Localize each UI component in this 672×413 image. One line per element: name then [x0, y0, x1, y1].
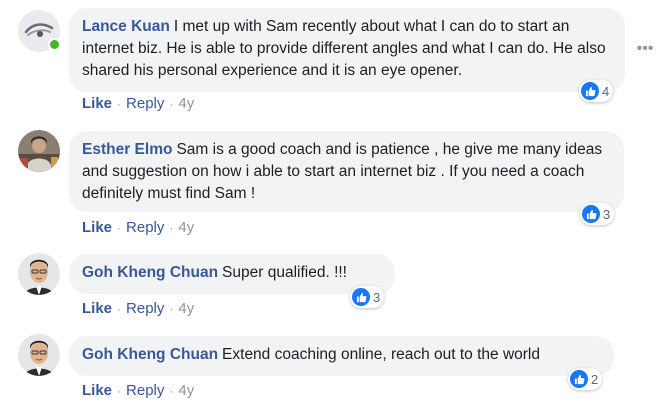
- separator-dot: ·: [169, 383, 174, 398]
- comment-bubble: Goh Kheng Chuan Extend coaching online, r…: [69, 336, 614, 376]
- separator-dot: ·: [117, 220, 122, 235]
- like-button[interactable]: Like: [82, 219, 112, 236]
- reaction-count-badge[interactable]: 3: [580, 203, 615, 225]
- like-button[interactable]: Like: [82, 300, 112, 317]
- like-button[interactable]: Like: [82, 382, 112, 399]
- comment-author[interactable]: Lance Kuan: [82, 18, 170, 35]
- comment-age[interactable]: 4y: [178, 382, 194, 399]
- like-reaction-icon: [581, 82, 599, 100]
- reaction-count-badge[interactable]: 4: [579, 80, 614, 102]
- reaction-count: 3: [603, 206, 611, 222]
- comment-actions: Like · Reply · 4y: [82, 219, 194, 236]
- profile-photo-icon: [18, 130, 60, 172]
- online-status-dot: [48, 38, 61, 51]
- separator-dot: ·: [169, 96, 174, 111]
- reaction-count: 3: [373, 289, 381, 305]
- comment-author[interactable]: Esther Elmo: [82, 141, 172, 158]
- comment-bubble: Lance Kuan I met up with Sam recently abo…: [69, 8, 625, 92]
- comment-age[interactable]: 4y: [178, 300, 194, 317]
- reaction-count-badge[interactable]: 3: [350, 286, 385, 308]
- comment-bubble: Esther Elmo Sam is a good coach and is pa…: [69, 131, 624, 212]
- comment-actions: Like · Reply · 4y: [82, 300, 194, 317]
- separator-dot: ·: [117, 301, 122, 316]
- like-reaction-icon: [570, 370, 588, 388]
- separator-dot: ·: [169, 301, 174, 316]
- reply-button[interactable]: Reply: [126, 219, 164, 236]
- comment-actions: Like · Reply · 4y: [82, 95, 194, 112]
- ellipsis-icon[interactable]: •••: [634, 38, 656, 60]
- separator-dot: ·: [169, 220, 174, 235]
- reaction-count: 4: [602, 83, 610, 99]
- avatar[interactable]: [18, 334, 60, 376]
- reaction-count-badge[interactable]: 2: [568, 368, 603, 390]
- comment-author[interactable]: Goh Kheng Chuan: [82, 264, 218, 281]
- separator-dot: ·: [117, 383, 122, 398]
- comment-text: Extend coaching online, reach out to the…: [222, 346, 541, 363]
- like-reaction-icon: [582, 205, 600, 223]
- separator-dot: ·: [117, 96, 122, 111]
- comment-age[interactable]: 4y: [178, 219, 194, 236]
- comment-text: Super qualified. !!!: [222, 264, 347, 281]
- comment-actions: Like · Reply · 4y: [82, 382, 194, 399]
- comment-bubble: Goh Kheng Chuan Super qualified. !!!: [69, 254, 395, 294]
- reply-button[interactable]: Reply: [126, 95, 164, 112]
- avatar[interactable]: [18, 130, 60, 172]
- like-reaction-icon: [352, 288, 370, 306]
- comment-age[interactable]: 4y: [178, 95, 194, 112]
- comment-author[interactable]: Goh Kheng Chuan: [82, 346, 218, 363]
- reply-button[interactable]: Reply: [126, 382, 164, 399]
- reply-button[interactable]: Reply: [126, 300, 164, 317]
- profile-photo-icon: [18, 253, 60, 295]
- avatar[interactable]: [18, 253, 60, 295]
- profile-photo-icon: [18, 334, 60, 376]
- reaction-count: 2: [591, 371, 599, 387]
- like-button[interactable]: Like: [82, 95, 112, 112]
